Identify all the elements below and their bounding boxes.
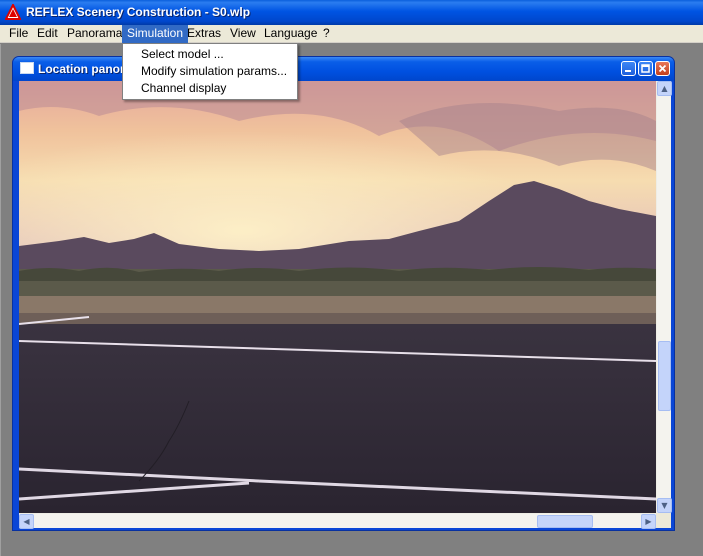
menu-channel-display[interactable]: Channel display (123, 80, 297, 97)
vertical-scrollbar[interactable]: ▲ ▼ (656, 81, 672, 513)
horizontal-scroll-thumb[interactable] (537, 515, 593, 528)
scroll-down-icon[interactable]: ▼ (657, 498, 672, 513)
scroll-left-icon[interactable]: ◀ (19, 514, 34, 529)
app-titlebar[interactable]: REFLEX Scenery Construction - S0.wlp (0, 0, 703, 25)
panorama-window-titlebar[interactable]: Location panor (13, 57, 674, 81)
close-icon[interactable] (655, 61, 670, 76)
simulation-menu-dropdown: Select model ... Modify simulation param… (122, 43, 298, 100)
menu-modify-simulation-params[interactable]: Modify simulation params... (123, 63, 297, 80)
menu-panorama[interactable]: Panorama (62, 25, 127, 43)
minimize-icon[interactable] (621, 61, 636, 76)
vertical-scroll-thumb[interactable] (658, 341, 671, 411)
menu-file[interactable]: File (4, 25, 33, 43)
menubar: File Edit Panorama Simulation Extras Vie… (0, 25, 703, 43)
menu-help[interactable]: ? (318, 25, 335, 43)
app-title: REFLEX Scenery Construction - S0.wlp (26, 5, 251, 19)
menu-edit[interactable]: Edit (32, 25, 63, 43)
window-icon (20, 62, 34, 74)
reflex-triangle-icon (4, 2, 22, 20)
menu-language[interactable]: Language (259, 25, 322, 43)
menu-select-model[interactable]: Select model ... (123, 46, 297, 63)
menu-simulation[interactable]: Simulation (122, 25, 189, 43)
panorama-window[interactable]: Location panor ▲ ▼ ◀ ▶ (12, 56, 675, 531)
maximize-icon[interactable] (638, 61, 653, 76)
panorama-window-title: Location panor (38, 62, 125, 76)
menu-view[interactable]: View (225, 25, 261, 43)
scroll-up-icon[interactable]: ▲ (657, 81, 672, 96)
horizontal-scrollbar[interactable]: ◀ ▶ (19, 513, 656, 529)
menu-extras[interactable]: Extras (182, 25, 226, 43)
scroll-right-icon[interactable]: ▶ (641, 514, 656, 529)
resize-grip-icon[interactable] (656, 513, 671, 528)
panorama-image[interactable] (19, 81, 656, 513)
